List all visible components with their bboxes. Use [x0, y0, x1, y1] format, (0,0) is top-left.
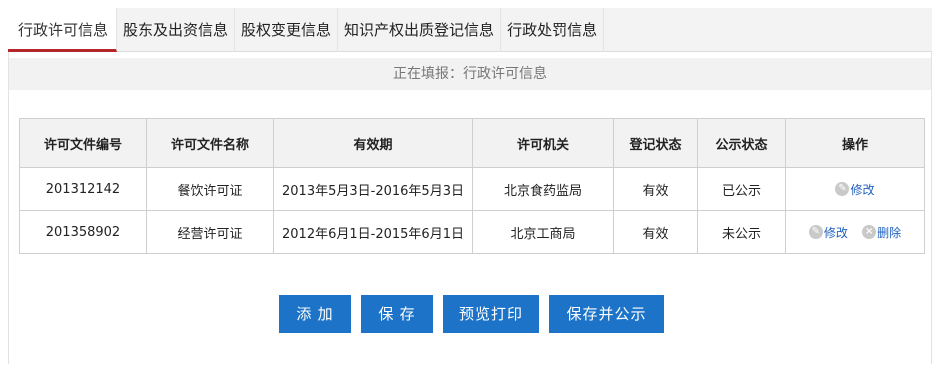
add-button[interactable]: 添 加 [279, 295, 351, 333]
col-header-reg-status: 登记状态 [613, 118, 698, 168]
delete-link[interactable]: × 删除 [862, 224, 901, 241]
cell-pub-status: 已公示 [697, 167, 786, 211]
pencil-icon: ✎ [835, 182, 850, 196]
edit-link[interactable]: ✎ 修改 [808, 224, 848, 241]
edit-link[interactable]: ✎ 修改 [835, 181, 875, 198]
table-row: 201358902 经营许可证 2012年6月1日-2015年6月1日 北京工商… [19, 210, 925, 254]
edit-link-label: 修改 [823, 225, 848, 240]
delete-link-label: 删除 [877, 225, 902, 240]
tab-shareholder-contribution[interactable]: 股东及出资信息 [117, 8, 236, 52]
col-header-operations: 操作 [785, 118, 925, 168]
cell-validity: 2012年6月1日-2015年6月1日 [273, 210, 473, 254]
close-icon: × [862, 225, 877, 239]
tab-bar: 行政许可信息 股东及出资信息 股权变更信息 知识产权出质登记信息 行政处罚信息 [8, 8, 932, 52]
cell-pub-status: 未公示 [697, 210, 786, 254]
cell-name: 经营许可证 [146, 210, 274, 254]
cell-reg-status: 有效 [613, 210, 698, 254]
license-table: 许可文件编号 许可文件名称 有效期 许可机关 登记状态 公示状态 操作 2013… [19, 118, 925, 254]
edit-link-label: 修改 [850, 182, 875, 197]
filling-status-bar: 正在填报：行政许可信息 [9, 58, 931, 90]
cell-name: 餐饮许可证 [146, 167, 274, 211]
cell-operations: ✎ 修改 [785, 167, 925, 211]
action-bar: 添 加 保 存 预览打印 保存并公示 [0, 295, 939, 333]
cell-authority: 北京食药监局 [472, 167, 614, 211]
cell-reg-status: 有效 [613, 167, 698, 211]
col-header-authority: 许可机关 [472, 118, 614, 168]
tab-ip-pledge[interactable]: 知识产权出质登记信息 [338, 8, 502, 52]
col-header-number: 许可文件编号 [19, 118, 147, 168]
tab-administrative-license[interactable]: 行政许可信息 [8, 8, 118, 52]
cell-validity: 2013年5月3日-2016年5月3日 [273, 167, 473, 211]
pencil-icon: ✎ [808, 225, 823, 239]
col-header-validity: 有效期 [273, 118, 473, 168]
preview-print-button[interactable]: 预览打印 [443, 295, 539, 333]
tab-administrative-penalty[interactable]: 行政处罚信息 [501, 8, 605, 52]
col-header-name: 许可文件名称 [146, 118, 274, 168]
save-and-publish-button[interactable]: 保存并公示 [549, 295, 664, 333]
cell-number: 201358902 [19, 210, 147, 254]
save-button[interactable]: 保 存 [361, 295, 433, 333]
table-row: 201312142 餐饮许可证 2013年5月3日-2016年5月3日 北京食药… [19, 167, 925, 211]
cell-authority: 北京工商局 [472, 210, 614, 254]
cell-number: 201312142 [19, 167, 147, 211]
col-header-pub-status: 公示状态 [697, 118, 786, 168]
cell-operations: ✎ 修改 × 删除 [785, 210, 925, 254]
tab-equity-change[interactable]: 股权变更信息 [235, 8, 339, 52]
table-header-row: 许可文件编号 许可文件名称 有效期 许可机关 登记状态 公示状态 操作 [19, 118, 925, 168]
